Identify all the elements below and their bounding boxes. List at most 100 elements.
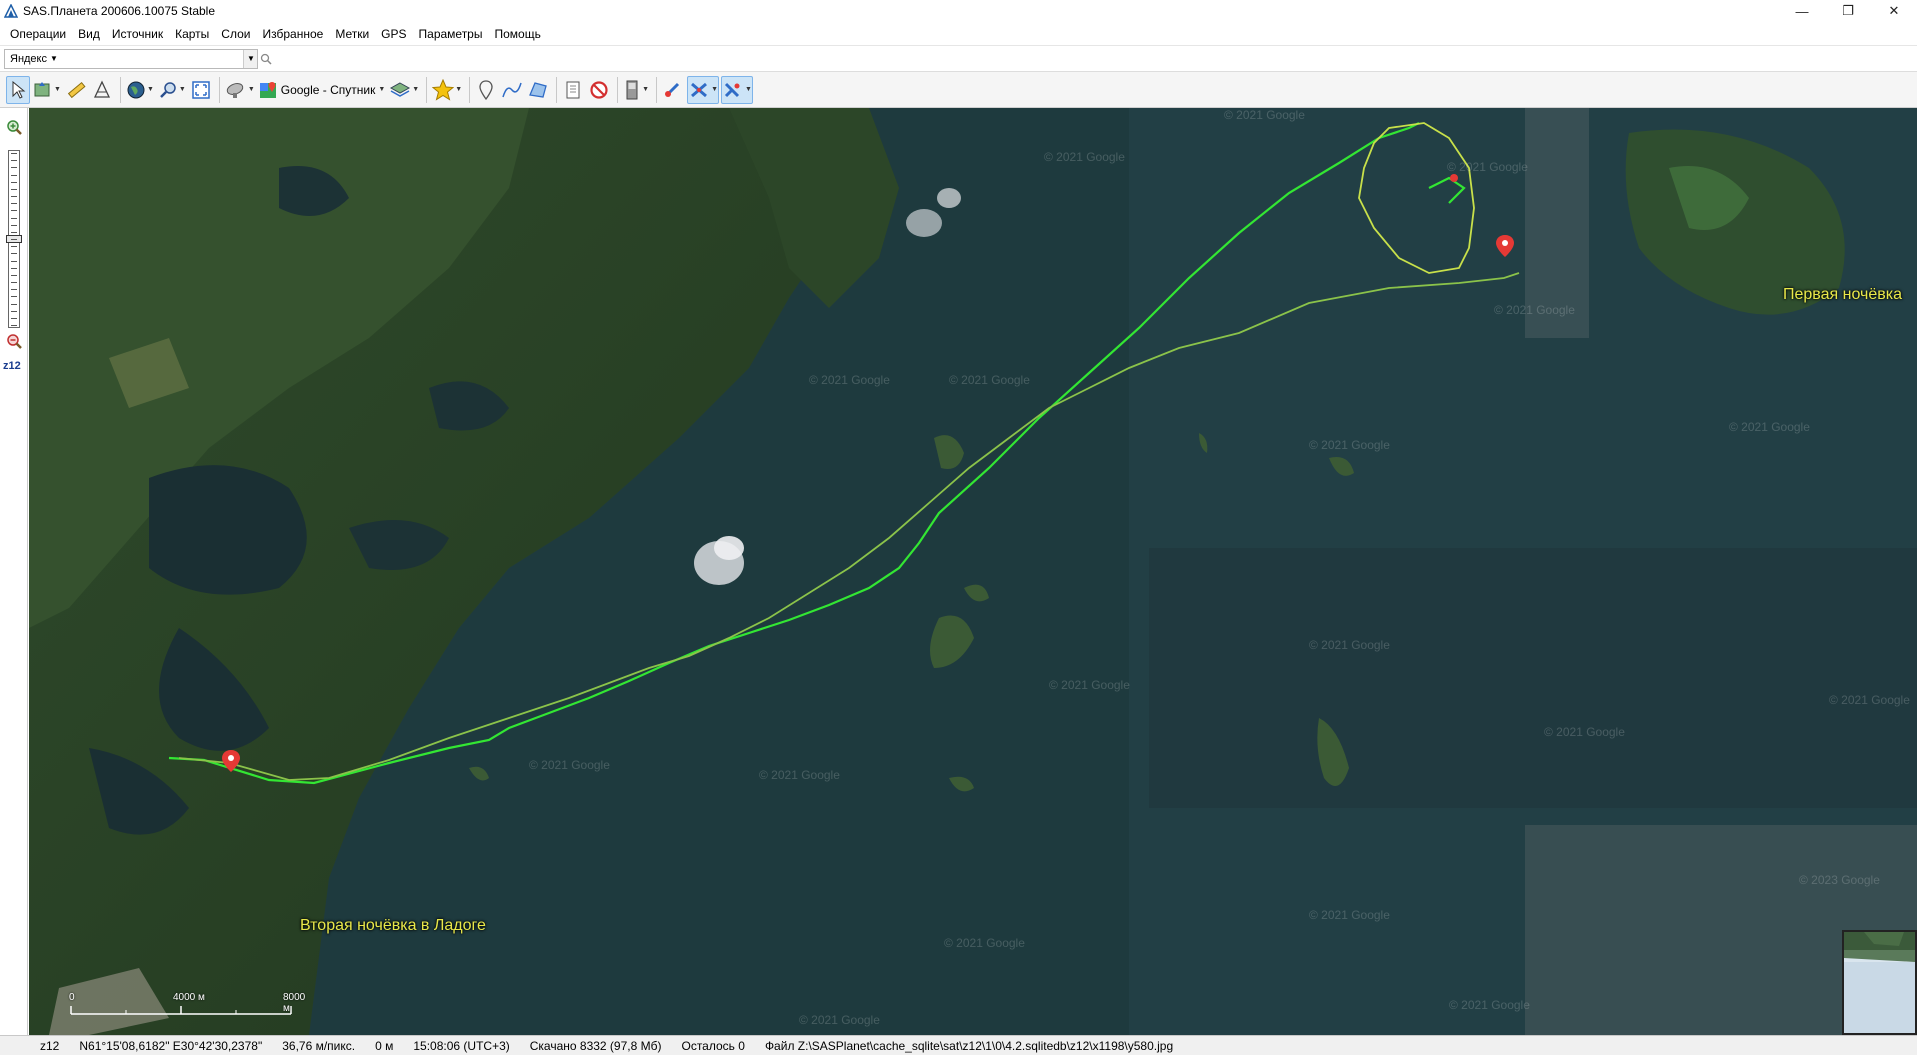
menu-gps[interactable]: GPS (375, 22, 412, 46)
select-tool-button[interactable] (6, 75, 30, 104)
google-maps-icon (259, 81, 276, 98)
map-source-label: Google - Спутник (280, 82, 376, 97)
menu-help[interactable]: Помощь (488, 22, 546, 46)
menu-settings[interactable]: Параметры (413, 22, 489, 46)
zoom-tool-button[interactable]: ▼ (157, 76, 187, 104)
zoom-panel: z12 (0, 108, 28, 1035)
menu-favorites[interactable]: Избранное (256, 22, 329, 46)
menu-maps[interactable]: Карты (169, 22, 215, 46)
map-watermark: © 2023 Google (1799, 873, 1880, 887)
zoom-tick (11, 289, 17, 291)
status-remaining: Осталось 0 (681, 1038, 745, 1053)
minimap[interactable]: + − (1842, 930, 1917, 1035)
zoom-tick (11, 153, 17, 154)
map-watermark: © 2021 Google (1044, 150, 1125, 164)
minimize-button[interactable]: — (1779, 0, 1825, 22)
map-watermark: © 2021 Google (529, 758, 610, 772)
map-watermark: © 2021 Google (809, 373, 890, 387)
close-button[interactable]: ✕ (1871, 0, 1917, 22)
gps-panel-button[interactable]: ▼ (622, 76, 650, 104)
zoom-tick (11, 282, 17, 283)
star-icon (432, 78, 455, 101)
polygon-tool-button[interactable] (90, 76, 114, 104)
satellite-track-icon (691, 82, 708, 97)
layers-button[interactable]: ▼ (388, 76, 420, 104)
move-map-button[interactable]: ▼ (32, 76, 62, 104)
status-zoom: z12 (40, 1038, 60, 1053)
menu-layers[interactable]: Слои (215, 22, 256, 46)
menu-placemarks[interactable]: Метки (329, 22, 375, 46)
map-watermark: © 2021 Google (1729, 420, 1810, 434)
fullscreen-icon (192, 80, 210, 99)
chevron-down-icon: ▼ (50, 54, 58, 63)
zoom-slider[interactable] (6, 150, 22, 328)
zoom-tick (11, 296, 17, 298)
satellite-imagery (29, 108, 1917, 1035)
zoom-tick (11, 196, 17, 197)
map-watermark: © 2021 Google (1447, 160, 1528, 174)
map-watermark: © 2021 Google (759, 768, 840, 782)
zoom-tick (11, 239, 17, 240)
zoom-tick (11, 217, 17, 219)
gps-track-button[interactable]: ▼ (687, 75, 720, 104)
chevron-down-icon: ▼ (711, 86, 719, 93)
map-view[interactable]: © 2021 Google © 2021 Google © 2021 Googl… (29, 108, 1917, 1035)
placemark-label[interactable]: Вторая ночёвка в Ладоге (300, 917, 486, 935)
zoom-in-button[interactable] (4, 118, 24, 138)
scale-zero-label: 0 (69, 992, 75, 1003)
zoom-tick (11, 188, 17, 190)
add-polygon-button[interactable] (526, 76, 550, 104)
polygon-area-icon (529, 81, 547, 98)
status-file-path: Файл Z:\SASPlanet\cache_sqlite\sat\z12\1… (764, 1038, 1174, 1053)
polygon-icon (93, 79, 110, 98)
map-watermark: © 2021 Google (1449, 998, 1530, 1012)
gps-center-button[interactable]: ▼ (721, 75, 753, 104)
maximize-button[interactable]: ❐ (1825, 0, 1871, 22)
zoom-out-button[interactable] (4, 332, 24, 352)
menu-operations[interactable]: Операции (4, 22, 72, 46)
chevron-down-icon: ▼ (247, 86, 255, 93)
chevron-down-icon: ▼ (54, 86, 61, 93)
satellite-source-button[interactable]: ▼ (224, 76, 256, 104)
search-engine-select[interactable]: Яндекс ▼ ▼ (4, 48, 259, 69)
globe-icon (127, 81, 145, 98)
zoom-tick (11, 303, 17, 305)
ruler-button[interactable] (64, 76, 88, 104)
status-coordinates: N61°15'08,6182" E30°42'30,2378" (79, 1038, 263, 1053)
search-input[interactable] (280, 48, 1917, 69)
zoom-tick (11, 203, 17, 205)
window-title: SAS.Планета 200606.10075 Stable (23, 4, 216, 18)
zoom-tick (11, 181, 17, 183)
forbidden-icon (590, 80, 608, 99)
menu-source[interactable]: Источник (106, 22, 169, 46)
fullscreen-button[interactable] (189, 76, 213, 104)
map-watermark: © 2021 Google (1049, 678, 1130, 692)
add-placemark-button[interactable] (474, 76, 498, 104)
pin-icon (479, 79, 493, 100)
satellite-icon (665, 82, 680, 97)
favorites-button[interactable]: ▼ (431, 76, 463, 104)
globe-projection-button[interactable]: ▼ (125, 76, 155, 104)
map-watermark: © 2021 Google (1494, 303, 1575, 317)
scale-mid-label: 4000 м (173, 992, 205, 1003)
search-history-dropdown[interactable]: ▼ (243, 49, 258, 68)
search-icon[interactable] (258, 51, 274, 67)
document-icon (566, 81, 580, 98)
map-move-icon (34, 81, 50, 96)
gps-connect-button[interactable] (661, 76, 685, 104)
hide-placemarks-button[interactable] (587, 76, 611, 104)
status-resolution: 36,76 м/пикс. (282, 1038, 356, 1053)
menu-view[interactable]: Вид (72, 22, 106, 46)
map-watermark: © 2021 Google (1829, 693, 1910, 707)
placemark-label[interactable]: Первая ночёвка (1783, 286, 1902, 304)
add-path-button[interactable] (500, 76, 524, 104)
zoom-tick (11, 274, 17, 276)
zoom-tick (11, 317, 17, 319)
toolbar-separator (426, 76, 428, 103)
zoom-tick (11, 224, 17, 226)
chevron-down-icon: ▼ (412, 86, 420, 93)
map-source-button[interactable]: Google - Спутник ▼ (258, 76, 387, 104)
chevron-down-icon: ▼ (146, 86, 154, 93)
zoom-tick (11, 253, 17, 255)
placemarks-manager-button[interactable] (561, 76, 585, 104)
